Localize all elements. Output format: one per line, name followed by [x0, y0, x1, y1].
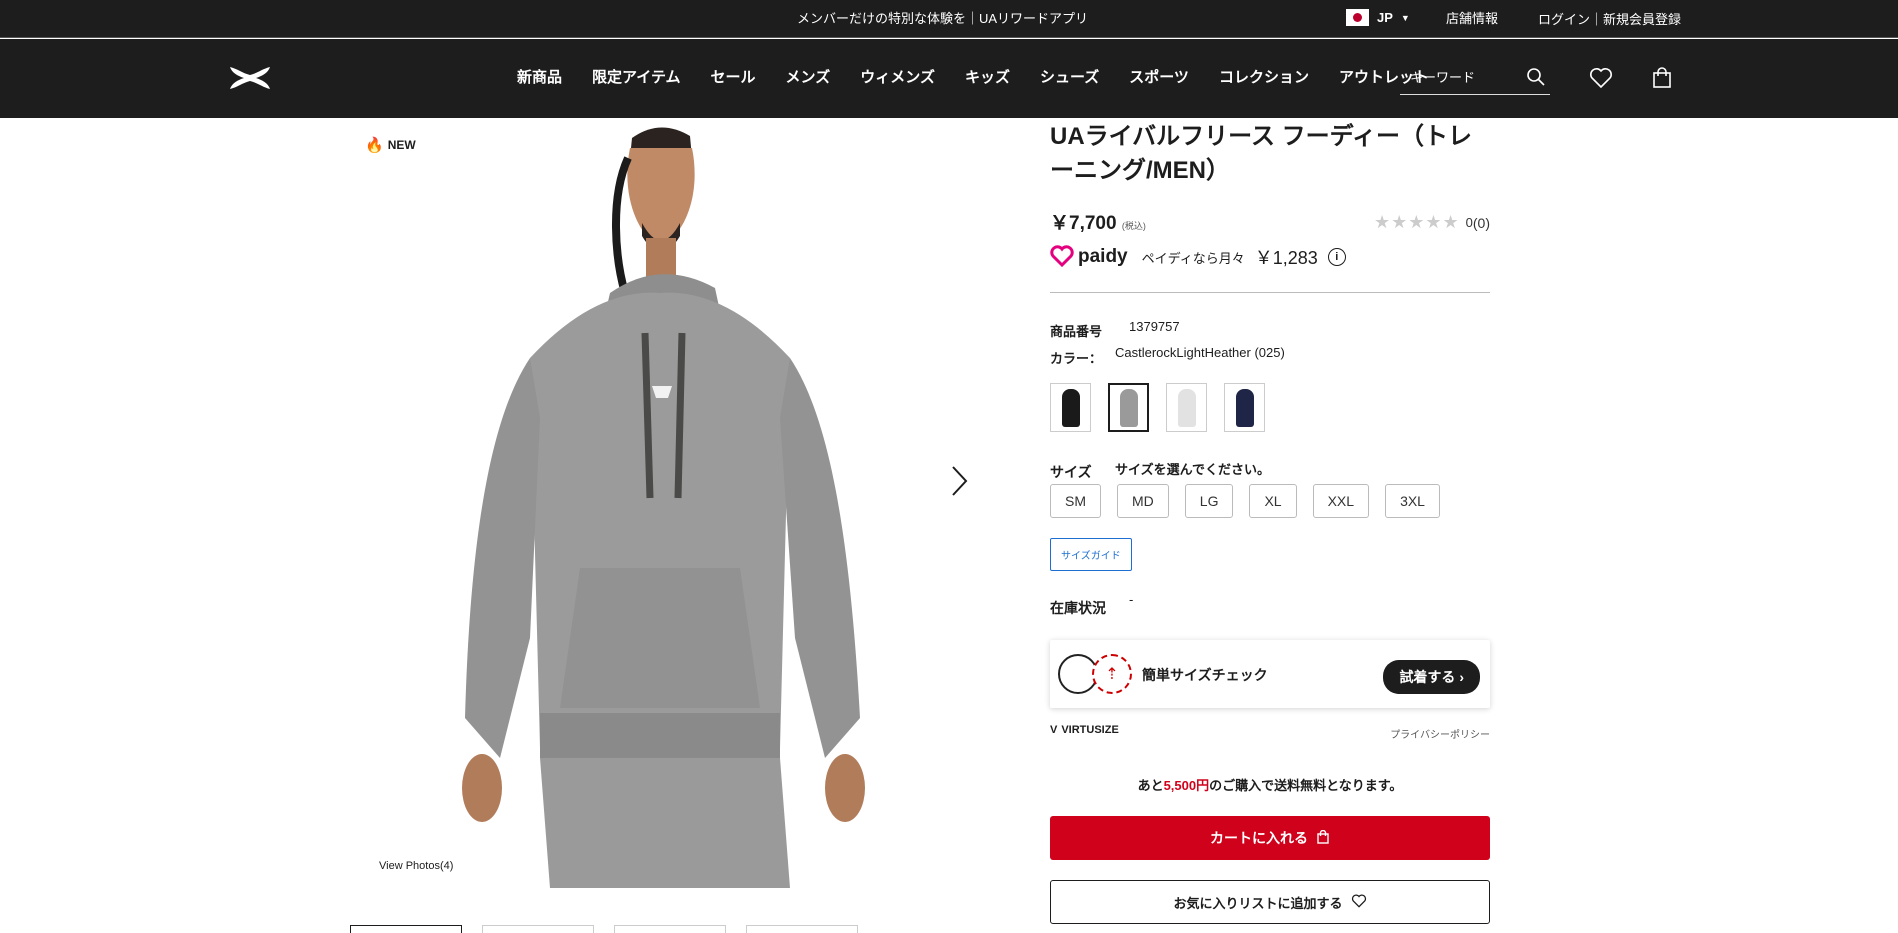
paidy-text: ペイディなら月々 — [1141, 250, 1245, 266]
free-shipping-notice: あと5,500円のご購入で送料無料となります。 — [1050, 775, 1490, 794]
wishlist-label: お気に入りリストに追加する — [1173, 895, 1343, 911]
virtusize-brand-name: VIRTUSIZE — [1061, 724, 1119, 736]
new-badge: 🔥 NEW — [365, 136, 416, 154]
virtusize-widget: ⇡ 簡単サイズチェック 試着する › — [1050, 640, 1490, 708]
cart-label: カートに入れる — [1210, 830, 1308, 846]
privacy-policy-link[interactable]: プライバシーポリシー — [1390, 726, 1490, 741]
nav-item-mens[interactable]: メンズ — [786, 66, 831, 87]
add-to-wishlist-button[interactable]: お気に入りリストに追加する — [1050, 880, 1490, 924]
search-icon[interactable] — [1526, 67, 1546, 92]
price-value: ￥7,700 — [1050, 213, 1117, 234]
divider — [1050, 292, 1490, 293]
color-swatch-navy[interactable] — [1224, 383, 1265, 432]
body-measure-icon: ⇡ — [1092, 654, 1132, 694]
nav-item-sale[interactable]: セール — [711, 66, 756, 87]
size-option-xxl[interactable]: XXL — [1312, 484, 1370, 518]
paidy-installment: paidy ペイディなら月々 ￥1,283 i — [1050, 244, 1346, 270]
ship-prefix: あと — [1137, 778, 1164, 793]
color-swatch-white[interactable] — [1166, 383, 1207, 432]
sku-value: 1379757 — [1129, 319, 1180, 334]
virtusize-logo-icon: V — [1050, 724, 1058, 736]
ship-amount: 5,500円 — [1163, 778, 1210, 793]
locale-selector[interactable]: JP ▼ — [1346, 9, 1410, 26]
nav-item-new[interactable]: 新商品 — [517, 66, 562, 87]
size-option-3xl[interactable]: 3XL — [1385, 484, 1440, 518]
category-menu: 新商品 限定アイテム セール メンズ ウィメンズ キッズ シューズ スポーツ コ… — [517, 66, 1459, 87]
thumbnail[interactable] — [614, 925, 726, 933]
rating-stars-icon: ★★★★★ — [1373, 212, 1460, 232]
product-title: UAライバルフリース フーディー（トレーニング/MEN） — [1050, 123, 1472, 184]
nav-item-kids[interactable]: キッズ — [965, 66, 1010, 87]
product-details: UAライバルフリース フーディー（トレーニング/MEN） ￥7,700 (税込)… — [1050, 120, 1490, 924]
size-option-xl[interactable]: XL — [1249, 484, 1297, 518]
price-row: ￥7,700 (税込) ★★★★★ 0 (0) — [1050, 208, 1490, 235]
top-bar: メンバーだけの特別な体験を｜UAリワードアプリ JP ▼ 店舗情報 ログイン｜新… — [0, 0, 1898, 38]
product-price: ￥7,700 (税込) — [1050, 213, 1146, 234]
swatch-gray-image — [1119, 388, 1138, 427]
new-badge-label: NEW — [387, 138, 416, 152]
rating-value: 0 — [1465, 215, 1473, 230]
size-guide-button[interactable]: サイズガイド — [1050, 538, 1132, 571]
color-swatches — [1050, 383, 1265, 432]
swatch-white-image — [1177, 388, 1196, 427]
size-option-sm[interactable]: SM — [1050, 484, 1101, 518]
paidy-amount: ￥1,283 — [1254, 248, 1318, 268]
thumbnail-strip — [350, 925, 858, 933]
heart-icon — [1351, 894, 1367, 911]
size-option-md[interactable]: MD — [1117, 484, 1169, 518]
color-value: CastlerockLightHeather (025) — [1115, 345, 1285, 360]
paidy-brand: paidy — [1078, 246, 1128, 267]
virtusize-text: 簡単サイズチェック — [1142, 667, 1268, 683]
cart-bag-icon[interactable] — [1651, 67, 1673, 94]
rating-summary[interactable]: ★★★★★ 0 (0) — [1374, 212, 1490, 233]
search-input[interactable] — [1400, 61, 1510, 85]
info-icon[interactable]: i — [1327, 248, 1346, 266]
nav-item-collection[interactable]: コレクション — [1219, 66, 1309, 87]
product-main-photo[interactable] — [420, 118, 910, 888]
color-swatch-gray[interactable] — [1108, 383, 1149, 432]
wishlist-heart-icon[interactable] — [1589, 67, 1613, 94]
caret-down-icon: ▼ — [1400, 12, 1410, 23]
locale-label: JP — [1377, 10, 1393, 25]
thumbnail[interactable] — [482, 925, 594, 933]
japan-flag-icon — [1346, 9, 1369, 26]
paidy-logo-icon — [1050, 244, 1074, 270]
review-count: (0) — [1472, 214, 1490, 231]
virtusize-brand: V VIRTUSIZE — [1050, 724, 1119, 736]
stock-value: - — [1129, 592, 1134, 607]
nav-item-womens[interactable]: ウィメンズ — [860, 66, 935, 87]
swatch-navy-image — [1235, 388, 1254, 427]
try-on-button[interactable]: 試着する › — [1383, 660, 1480, 694]
stock-label: 在庫状況 — [1050, 600, 1106, 616]
view-photos-link[interactable]: View Photos(4) — [379, 860, 453, 872]
color-label: カラー： — [1050, 351, 1103, 366]
sku-label: 商品番号 — [1050, 324, 1103, 339]
flame-icon: 🔥 — [365, 137, 384, 154]
size-options: SM MD LG XL XXL 3XL — [1050, 484, 1440, 518]
swatch-black-image — [1061, 388, 1080, 427]
add-to-cart-button[interactable]: カートに入れる — [1050, 816, 1490, 860]
color-swatch-black[interactable] — [1050, 383, 1091, 432]
size-option-lg[interactable]: LG — [1184, 484, 1234, 518]
chevron-right-icon: › — [1459, 669, 1464, 685]
nav-item-shoes[interactable]: シューズ — [1040, 66, 1099, 87]
ship-suffix: のご購入で送料無料となります。 — [1209, 778, 1403, 793]
thumbnail[interactable] — [746, 925, 858, 933]
login-register-link[interactable]: ログイン｜新規会員登録 — [1538, 9, 1681, 28]
next-image-chevron-icon[interactable] — [950, 465, 968, 502]
nav-item-sports[interactable]: スポーツ — [1129, 66, 1189, 87]
search-box — [1400, 61, 1550, 95]
try-on-label: 試着する — [1399, 669, 1456, 685]
bag-icon — [1316, 829, 1330, 847]
nav-item-limited[interactable]: 限定アイテム — [592, 66, 681, 87]
size-prompt: サイズを選んでください。 — [1115, 462, 1270, 477]
store-info-link[interactable]: 店舗情報 — [1446, 8, 1498, 27]
under-armour-logo-icon[interactable] — [228, 65, 272, 96]
thumbnail[interactable] — [350, 925, 462, 933]
main-nav: 新商品 限定アイテム セール メンズ ウィメンズ キッズ シューズ スポーツ コ… — [0, 39, 1898, 118]
size-label: サイズ — [1050, 464, 1092, 480]
tax-note: (税込) — [1121, 221, 1146, 231]
